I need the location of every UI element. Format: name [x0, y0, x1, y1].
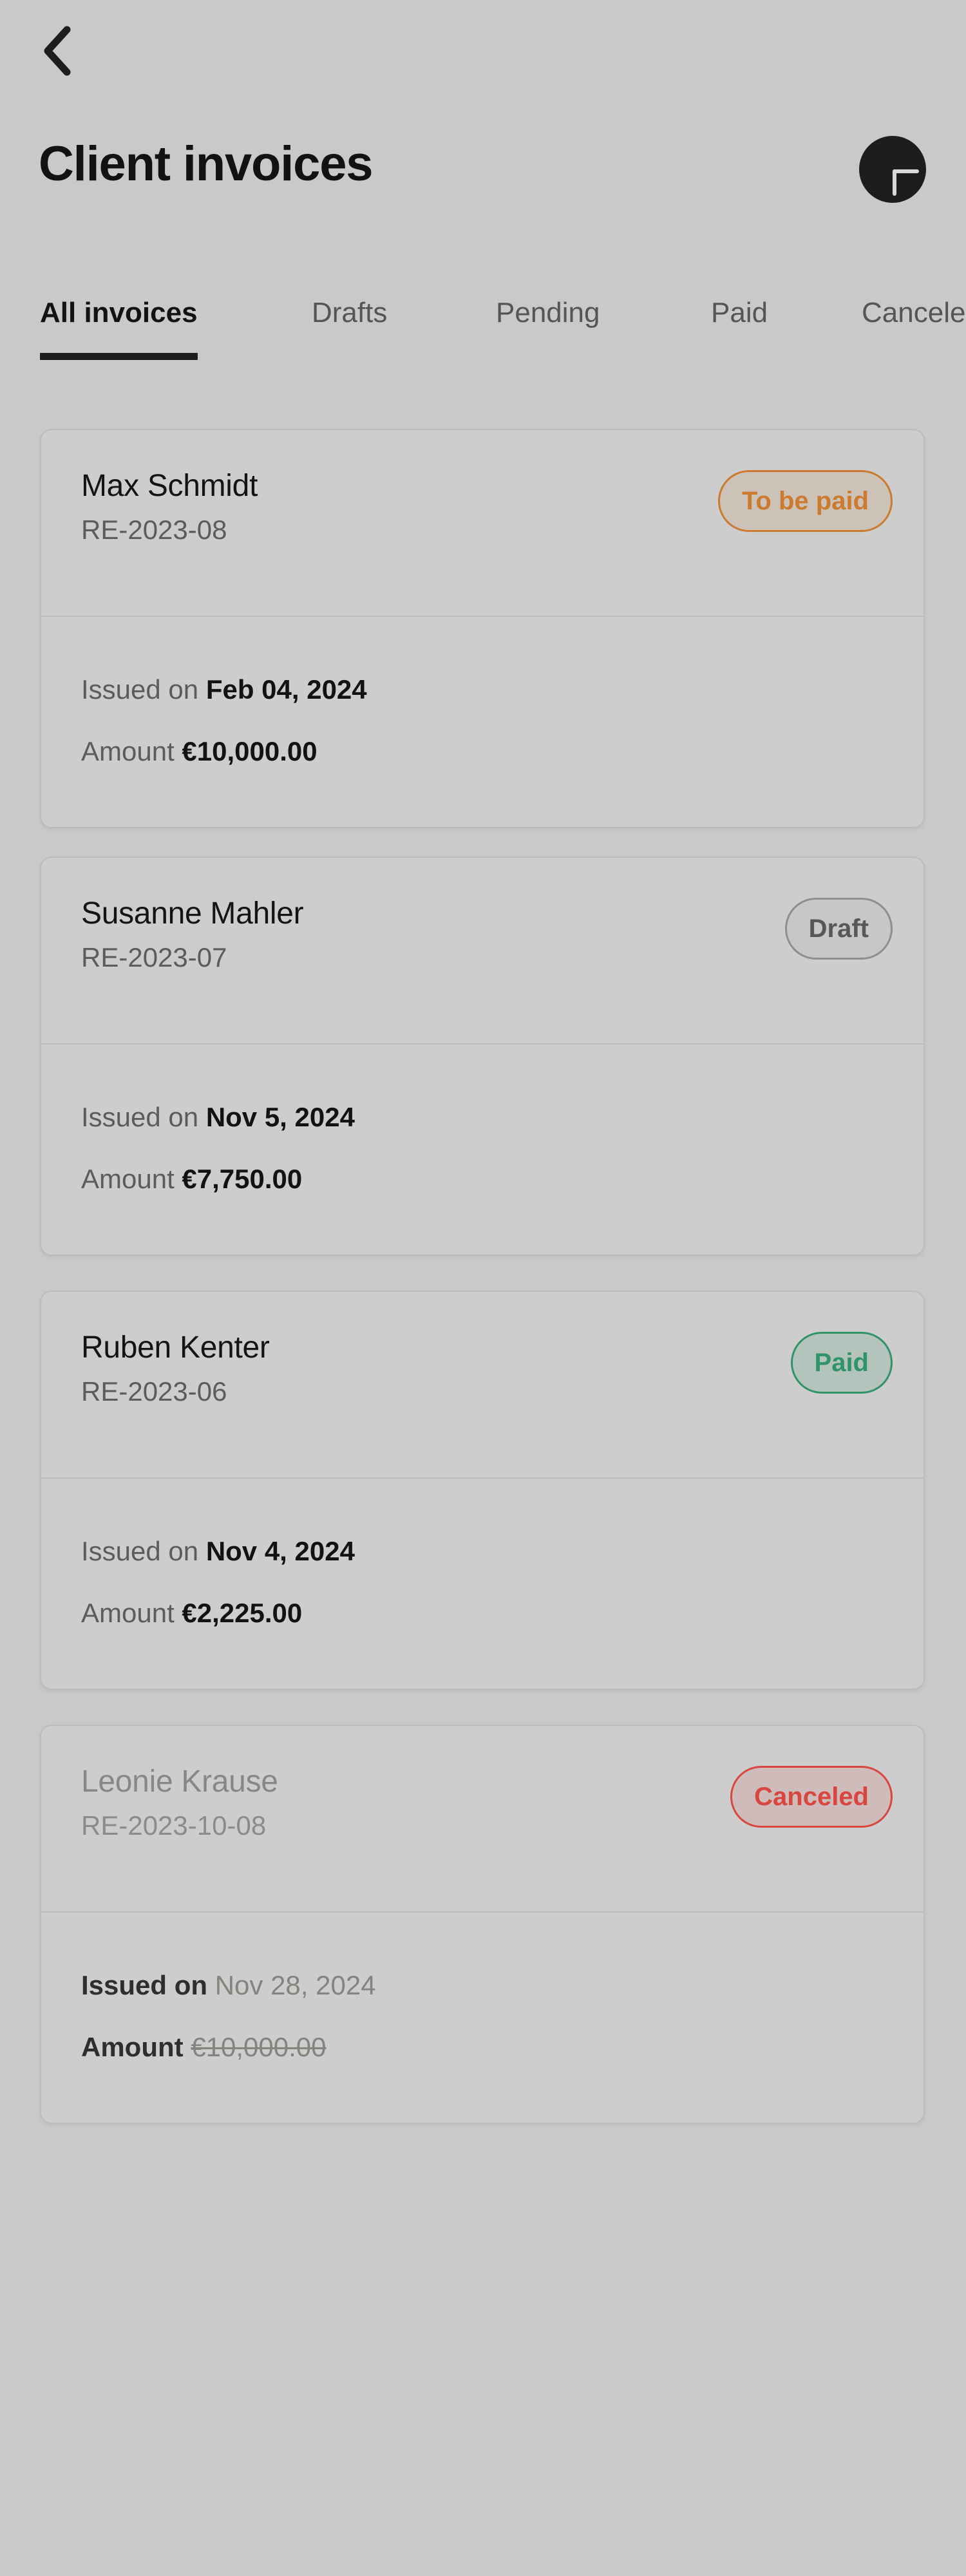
tab-canceled[interactable]: Canceled [862, 293, 966, 333]
invoice-card-details: Issued on Feb 04, 2024 Amount €10,000.00 [41, 617, 923, 827]
amount-value: €10,000.00 [182, 736, 317, 766]
invoice-card-header: Leonie Krause RE-2023-10-08 Canceled [41, 1726, 923, 1913]
invoice-card-details: Issued on Nov 5, 2024 Amount €7,750.00 [41, 1045, 923, 1255]
status-badge: Draft [784, 898, 893, 960]
issued-on-value: Feb 04, 2024 [205, 674, 367, 705]
back-button[interactable] [31, 24, 84, 77]
issued-on-label: Issued on [81, 674, 199, 705]
invoice-card-header: Ruben Kenter RE-2023-06 Paid [41, 1292, 923, 1479]
invoice-card-details: Issued on Nov 28, 2024 Amount €10,000.00 [41, 1913, 923, 2123]
top-bar [0, 0, 966, 97]
amount-row: Amount €10,000.00 [81, 733, 884, 770]
page-header: Client invoices [0, 132, 966, 222]
invoice-card-header: Max Schmidt RE-2023-08 To be paid [41, 430, 923, 617]
amount-label: Amount [81, 2032, 184, 2062]
invoices-screen: Client invoices All invoices Drafts Pend… [0, 0, 966, 2576]
invoice-card[interactable]: Max Schmidt RE-2023-08 To be paid Issued… [40, 429, 925, 828]
tab-label: Canceled [862, 297, 966, 328]
page-title: Client invoices [39, 137, 374, 191]
invoice-number: RE-2023-06 [81, 1376, 227, 1406]
invoice-card-header: Susanne Mahler RE-2023-07 Draft [41, 858, 923, 1045]
issued-on-row: Issued on Feb 04, 2024 [81, 671, 884, 708]
issued-on-label: Issued on [81, 1102, 199, 1132]
invoice-card[interactable]: Ruben Kenter RE-2023-06 Paid Issued on N… [40, 1291, 925, 1690]
status-badge: Paid [790, 1332, 893, 1394]
amount-label: Amount [81, 736, 175, 766]
status-badge: To be paid [717, 470, 893, 532]
tab-drafts[interactable]: Drafts [312, 293, 387, 333]
amount-value: €2,225.00 [182, 1598, 303, 1628]
tab-label: All invoices [40, 297, 198, 328]
amount-value: €10,000.00 [191, 2032, 327, 2062]
amount-label: Amount [81, 1164, 175, 1194]
amount-row: Amount €10,000.00 [81, 2029, 884, 2066]
tab-pending[interactable]: Pending [496, 293, 600, 333]
tab-label: Paid [711, 297, 768, 328]
issued-on-row: Issued on Nov 28, 2024 [81, 1967, 884, 2004]
issued-on-label: Issued on [81, 1536, 199, 1566]
invoice-card[interactable]: Susanne Mahler RE-2023-07 Draft Issued o… [40, 857, 925, 1256]
invoice-card[interactable]: Leonie Krause RE-2023-10-08 Canceled Iss… [40, 1725, 925, 2124]
issued-on-row: Issued on Nov 4, 2024 [81, 1533, 884, 1570]
amount-label: Amount [81, 1598, 175, 1628]
chevron-left-icon [39, 24, 76, 77]
tab-paid[interactable]: Paid [711, 293, 768, 333]
amount-row: Amount €7,750.00 [81, 1160, 884, 1198]
invoice-card-details: Issued on Nov 4, 2024 Amount €2,225.00 [41, 1479, 923, 1689]
issued-on-row: Issued on Nov 5, 2024 [81, 1099, 884, 1136]
add-invoice-button[interactable] [859, 136, 926, 203]
invoice-number: RE-2023-07 [81, 942, 227, 972]
tab-label: Pending [496, 297, 600, 328]
active-tab-indicator [40, 353, 198, 360]
issued-on-value: Nov 28, 2024 [214, 1970, 376, 2000]
issued-on-value: Nov 5, 2024 [205, 1102, 355, 1132]
client-name: Ruben Kenter [81, 1331, 270, 1365]
client-name: Susanne Mahler [81, 896, 304, 931]
amount-row: Amount €2,225.00 [81, 1595, 884, 1632]
invoice-filter-tabs[interactable]: All invoices Drafts Pending Paid Cancele… [0, 293, 966, 380]
tab-all-invoices[interactable]: All invoices [40, 293, 198, 360]
issued-on-value: Nov 4, 2024 [205, 1536, 355, 1566]
tab-label: Drafts [312, 297, 388, 328]
status-badge: Canceled [730, 1766, 893, 1828]
amount-value: €7,750.00 [182, 1164, 303, 1194]
issued-on-label: Issued on [81, 1970, 208, 2000]
